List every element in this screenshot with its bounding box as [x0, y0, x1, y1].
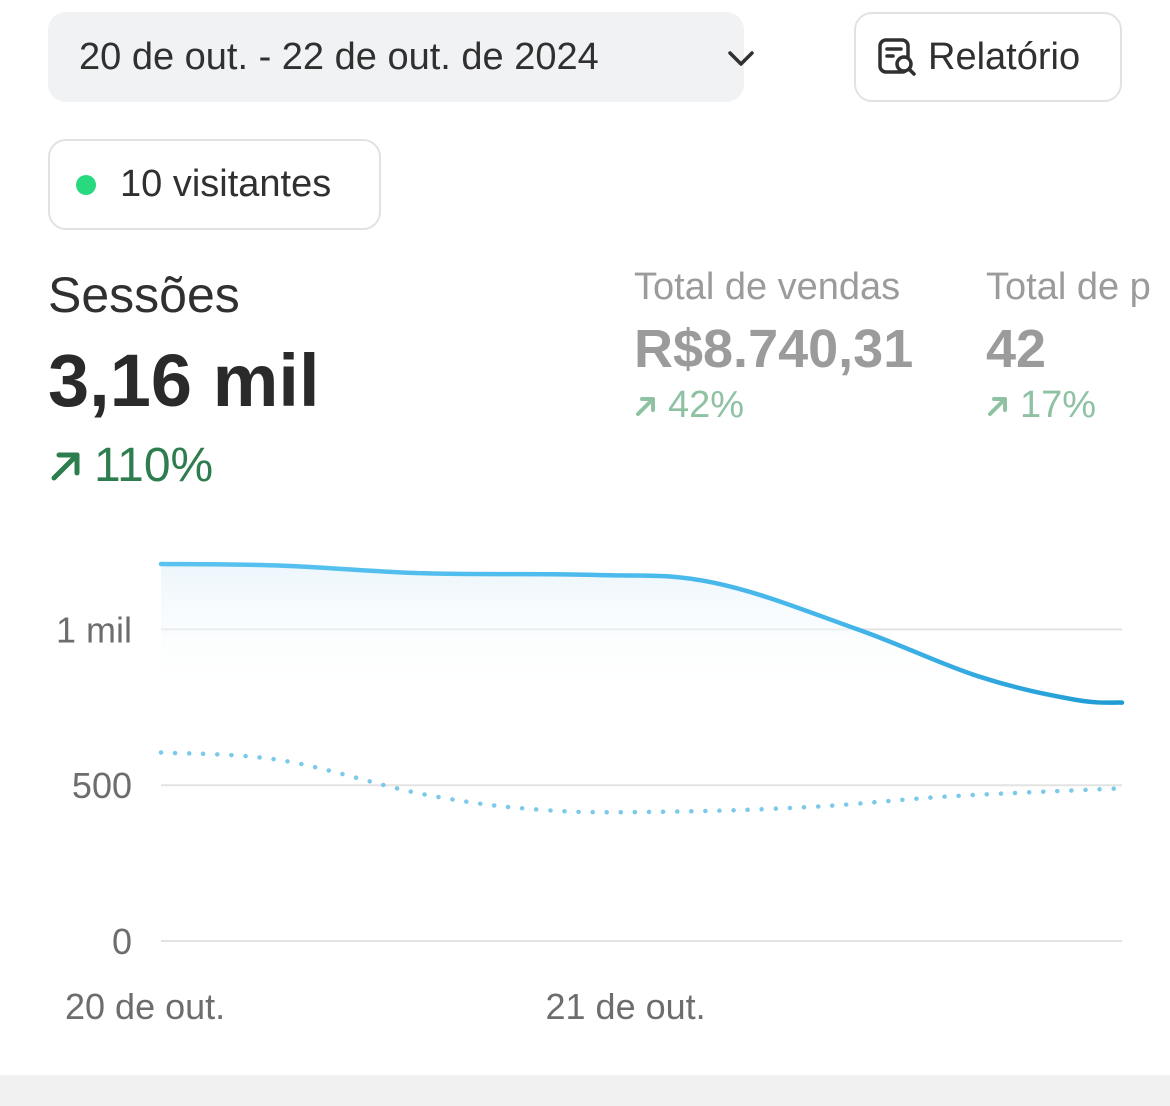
report-button[interactable]: Relatório [854, 12, 1122, 102]
previous-period-line[interactable] [158, 750, 1125, 815]
arrow-up-right-icon [636, 396, 655, 416]
sessions-value: 3,16 mil [48, 339, 320, 422]
orders-change: 17% [986, 384, 1096, 427]
orders-value: 42 [986, 319, 1047, 379]
sessions-label[interactable]: Sessões [48, 266, 240, 324]
live-visitors-label: 10 visitantes [120, 163, 332, 205]
y-tick-label: 0 [112, 921, 132, 962]
report-search-icon [878, 38, 916, 76]
sales-value: R$8.740,31 [634, 319, 914, 379]
arrow-up-right-icon [988, 396, 1007, 416]
x-tick-label: 20 de out. [65, 986, 225, 1027]
sessions-change-value: 110% [94, 439, 214, 492]
orders-label[interactable]: Total de p [986, 266, 1151, 309]
report-label: Relatório [928, 35, 1081, 78]
y-tick-label: 1 mil [56, 609, 132, 650]
orders-change-value: 17% [1020, 384, 1097, 426]
sessions-change: 110% [48, 438, 213, 493]
live-status-dot [76, 174, 96, 195]
date-range-label: 20 de out. - 22 de out. de 2024 [79, 35, 599, 78]
chevron-down-icon [728, 51, 754, 66]
sales-change-value: 42% [668, 384, 745, 426]
sales-label[interactable]: Total de vendas [634, 266, 900, 309]
y-tick-label: 500 [72, 765, 132, 806]
sales-change: 42% [634, 384, 744, 427]
sessions-chart: 0 500 1 mil 20 de out. 21 de out. [56, 561, 1125, 1027]
date-range-selector[interactable]: 20 de out. - 22 de out. de 2024 [48, 12, 754, 102]
x-tick-label: 21 de out. [546, 986, 706, 1027]
series-area [161, 564, 1122, 703]
bottom-bar [0, 1075, 1170, 1106]
analytics-page: 20 de out. - 22 de out. de 2024 Relatóri… [0, 0, 1170, 1106]
live-visitors-badge[interactable]: 10 visitantes [48, 139, 381, 230]
arrow-up-right-icon [51, 452, 80, 480]
